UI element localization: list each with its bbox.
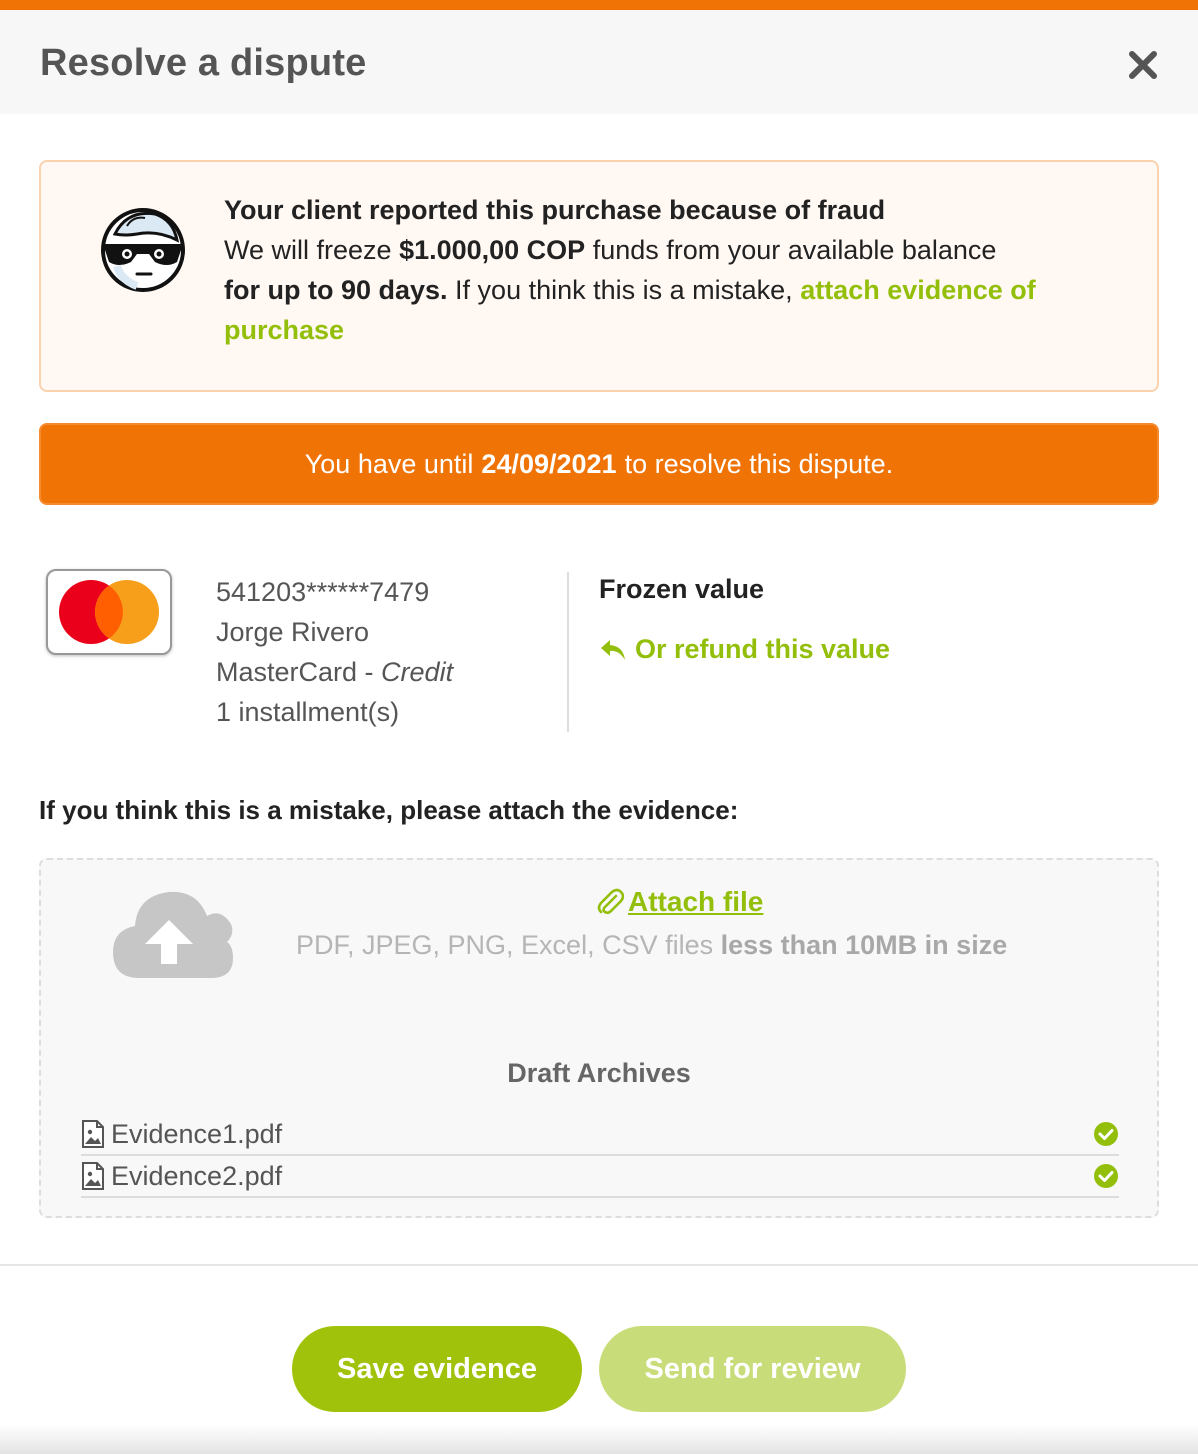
vertical-divider — [567, 572, 569, 732]
file-name: Evidence2.pdf — [111, 1160, 283, 1191]
file-drop-zone[interactable]: Attach file PDF, JPEG, PNG, Excel, CSV f… — [39, 858, 1159, 1218]
refund-value-link[interactable]: Or refund this value — [599, 634, 890, 665]
attach-file-link[interactable]: Attach file — [596, 886, 763, 918]
send-for-review-button[interactable]: Send for review — [599, 1326, 906, 1412]
file-hint-size: less than 10MB in size — [720, 930, 1008, 960]
footer-divider — [0, 1264, 1198, 1266]
card-installments: 1 installment(s) — [216, 697, 400, 727]
deadline-prefix: You have until — [304, 448, 474, 479]
bottom-shade — [0, 1424, 1198, 1454]
mistake-text: If you think this is a mistake, — [447, 275, 801, 305]
cloud-upload-icon — [113, 891, 233, 978]
draft-file-list: Evidence1.pdf Evidence2.pdf — [81, 1114, 1119, 1198]
deadline-suffix: to resolve this dispute. — [624, 448, 894, 479]
close-button[interactable] — [1122, 44, 1164, 86]
file-name: Evidence1.pdf — [111, 1118, 283, 1149]
mastercard-logo — [46, 569, 172, 655]
check-circle-icon — [1094, 1122, 1118, 1146]
modal-header: Resolve a dispute — [0, 10, 1198, 114]
card-brand-type: MasterCard - Credit — [216, 652, 453, 692]
attach-file-label: Attach file — [628, 886, 764, 917]
frozen-value-label: Frozen value — [599, 574, 765, 604]
freeze-prefix: We will freeze — [224, 235, 400, 265]
freeze-suffix: funds from your available balance — [585, 235, 997, 265]
fraud-notice-text: Your client reported this purchase becau… — [224, 190, 1084, 350]
card-details: 541203******7479 Jorge Rivero MasterCard… — [216, 572, 453, 732]
top-accent-bar — [0, 0, 1198, 10]
fraud-thief-icon — [101, 208, 185, 292]
card-number: 541203******7479 — [216, 577, 430, 607]
fraud-notice: Your client reported this purchase becau… — [39, 160, 1159, 392]
card-holder: Jorge Rivero — [216, 617, 370, 647]
modal-title: Resolve a dispute — [40, 42, 367, 84]
reply-arrow-icon — [601, 639, 625, 660]
deadline-date: 24/09/2021 — [481, 448, 617, 479]
file-hint: PDF, JPEG, PNG, Excel, CSV files less th… — [296, 930, 1007, 961]
file-hint-prefix: PDF, JPEG, PNG, Excel, CSV files — [296, 930, 721, 960]
card-brand: MasterCard - — [216, 657, 382, 687]
deadline-banner: You have until 24/09/2021 to resolve thi… — [39, 423, 1159, 505]
save-evidence-button[interactable]: Save evidence — [292, 1326, 582, 1412]
fraud-notice-body: We will freeze $1.000,00 COP funds from … — [224, 230, 1084, 350]
image-file-icon — [82, 1162, 104, 1190]
file-row[interactable]: Evidence1.pdf — [81, 1114, 1119, 1156]
card-type: Credit — [381, 657, 454, 687]
paperclip-icon — [597, 888, 624, 915]
freeze-duration: for up to 90 days. — [224, 275, 448, 305]
refund-link-label: Or refund this value — [635, 634, 891, 664]
evidence-heading: If you think this is a mistake, please a… — [39, 795, 739, 825]
check-circle-icon — [1094, 1164, 1118, 1188]
fraud-notice-title: Your client reported this purchase becau… — [224, 195, 886, 225]
draft-archives-title: Draft Archives — [507, 1058, 691, 1088]
file-row[interactable]: Evidence2.pdf — [81, 1156, 1119, 1198]
frozen-amount: $1.000,00 COP — [399, 235, 586, 265]
close-icon — [1129, 51, 1157, 79]
image-file-icon — [82, 1120, 104, 1148]
